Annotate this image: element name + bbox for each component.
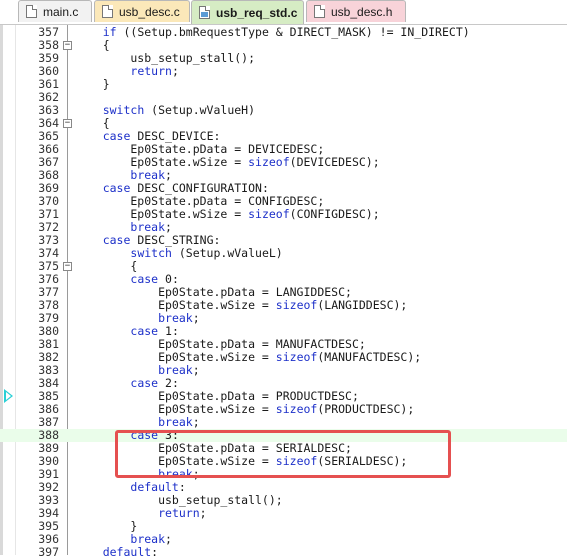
line-number: 397 (38, 545, 59, 559)
tab-usb-desc-c[interactable]: usb_desc.c (94, 0, 190, 22)
file-icon (102, 5, 113, 18)
fold-toggle-icon[interactable]: − (63, 41, 72, 50)
code-text: if ((Setup.bmRequestType & DIRECT_MASK) … (102, 25, 470, 39)
fold-toggle-icon[interactable]: − (63, 262, 72, 271)
tab-usb-desc-h[interactable]: usb_desc.h (306, 0, 406, 22)
execution-arrow-icon (4, 389, 13, 403)
tab-label: usb_desc.h (331, 4, 393, 19)
fold-toggle-icon[interactable]: − (63, 119, 72, 128)
code-line[interactable]: 361 } (0, 78, 567, 91)
tab-main-c[interactable]: main.c (18, 0, 92, 22)
tab-label: usb_req_std.c (216, 5, 298, 20)
file-icon (199, 6, 210, 19)
tab-label: usb_desc.c (119, 4, 180, 19)
code-text: default: (102, 545, 159, 559)
tab-usb-req-std-c[interactable]: usb_req_std.c (191, 0, 304, 24)
file-icon (26, 5, 37, 18)
file-icon (314, 5, 325, 18)
tab-label: main.c (43, 4, 79, 19)
code-line[interactable]: 397 default: (0, 546, 567, 559)
code-text: } (75, 77, 110, 91)
editor-tab-bar: main.c usb_desc.c usb_req_std.c usb_desc.h (0, 0, 567, 25)
